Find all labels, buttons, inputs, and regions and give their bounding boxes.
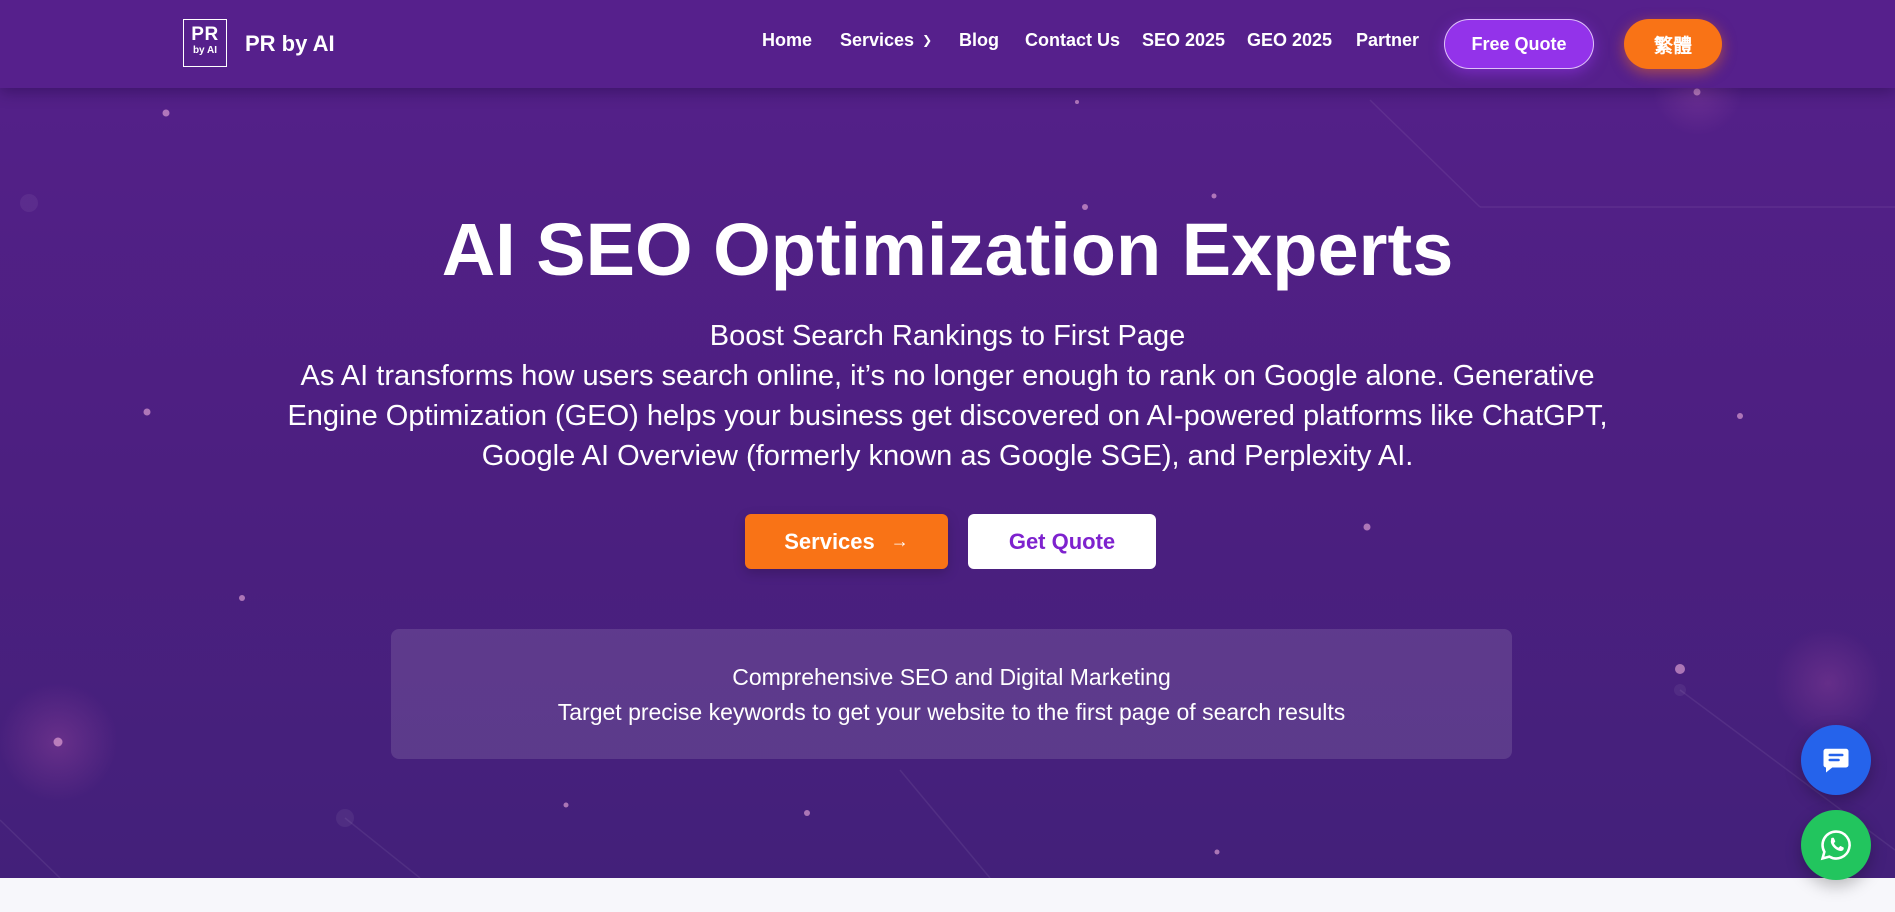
hero-subtitle: Boost Search Rankings to First Page [709, 320, 1186, 352]
chat-button[interactable] [1801, 725, 1871, 795]
services-button-label: Services [784, 528, 875, 554]
nav-seo-2025[interactable]: SEO 2025 [1142, 30, 1225, 51]
hero-title: AI SEO Optimization Experts [441, 208, 1454, 291]
info-box: Comprehensive SEO and Digital Marketing … [391, 629, 1512, 759]
nav-partner[interactable]: Partner [1356, 30, 1419, 51]
hero-description: As AI transforms how users search online… [287, 360, 1608, 472]
language-toggle-label: 繁體 [1653, 34, 1692, 57]
chat-icon [1823, 748, 1849, 773]
nav-services-label: Services [840, 30, 915, 50]
get-quote-button-label: Get Quote [1008, 528, 1116, 554]
top-navbar: PR by AI PR by AI Home Services ❯ Blog Co… [0, 0, 1895, 88]
get-quote-button[interactable]: Get Quote [968, 514, 1156, 569]
logo-text-pr: PR [191, 24, 219, 45]
language-toggle-button[interactable]: 繁體 [1624, 19, 1722, 69]
info-box-heading: Comprehensive SEO and Digital Marketing [732, 664, 1171, 690]
info-box-text: Target precise keywords to get your webs… [557, 699, 1346, 725]
nav-contact-us[interactable]: Contact Us [1025, 30, 1120, 51]
logo-text-by-ai: by AI [192, 45, 218, 56]
chevron-down-icon: ❯ [922, 33, 933, 47]
free-quote-button-label: Free Quote [1471, 33, 1567, 54]
nav-blog[interactable]: Blog [959, 30, 999, 51]
services-button[interactable]: Services → [745, 514, 948, 569]
whatsapp-icon [1820, 830, 1851, 861]
free-quote-button[interactable]: Free Quote [1444, 19, 1594, 69]
logo[interactable]: PR by AI [183, 19, 227, 67]
hero-section: AI SEO Optimization Experts Boost Search… [0, 0, 1895, 878]
nav-services[interactable]: Services ❯ [840, 30, 932, 51]
nav-geo-2025[interactable]: GEO 2025 [1247, 30, 1332, 51]
arrow-right-icon: → [890, 531, 909, 551]
brand-name[interactable]: PR by AI [245, 31, 335, 57]
nav-home[interactable]: Home [762, 30, 812, 51]
whatsapp-button[interactable] [1801, 810, 1871, 880]
